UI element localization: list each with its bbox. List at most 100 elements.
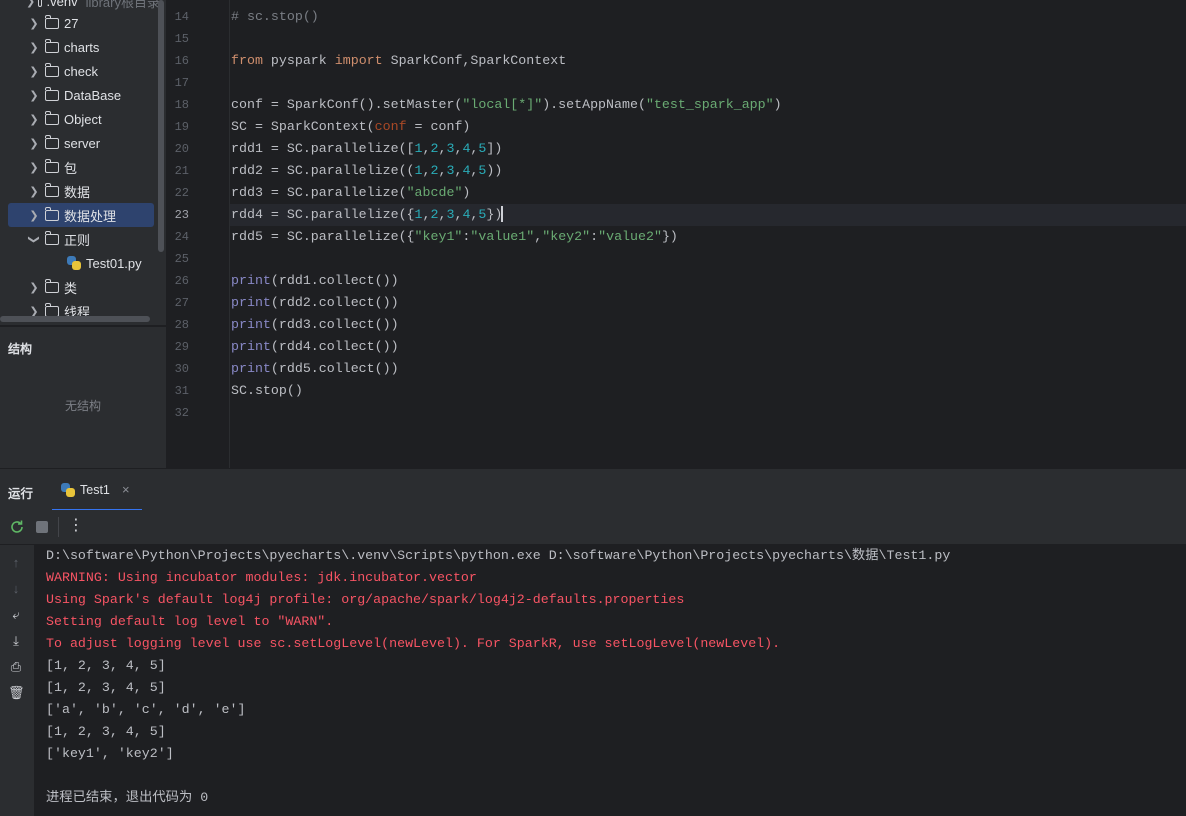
console-line: [1, 2, 3, 4, 5] <box>46 724 166 739</box>
stop-icon[interactable] <box>36 521 48 533</box>
chevron-down-icon[interactable]: ❯ <box>28 231 41 247</box>
structure-panel: 结构 无结构 <box>0 326 166 469</box>
line-number-gutter: 14 15 16 17 18 19 20 21 22 23 24 25 26 27 28 29 30 31 32 <box>167 0 230 468</box>
chevron-right-icon[interactable]: ❯ <box>26 0 35 8</box>
tree-item-shuju[interactable]: ❯ 数据 <box>0 179 160 203</box>
console-error-line: WARNING: Using incubator modules: jdk.in… <box>46 570 477 585</box>
console-error-line: Setting default log level to "WARN". <box>46 614 334 629</box>
line-number: 28 <box>174 318 189 332</box>
toolbar-separator <box>58 517 59 537</box>
chevron-right-icon[interactable]: ❯ <box>26 281 42 294</box>
line-number: 14 <box>174 10 189 24</box>
code-line[interactable]: print(rdd1.collect()) <box>231 270 399 292</box>
run-tab-test1[interactable]: Test1 × <box>52 469 142 511</box>
tree-item-label: 数据 <box>64 184 91 200</box>
folder-icon <box>44 110 59 125</box>
arrow-up-icon[interactable]: ↑ <box>8 555 24 571</box>
chevron-right-icon[interactable]: ❯ <box>26 65 42 78</box>
line-number: 17 <box>174 76 189 90</box>
line-number: 27 <box>174 296 189 310</box>
arrow-down-icon[interactable]: ↓ <box>8 581 24 597</box>
line-number: 31 <box>174 384 189 398</box>
code-editor[interactable]: 14 15 16 17 18 19 20 21 22 23 24 25 26 27 28 29 30 31 32 #… <box>167 0 1186 468</box>
project-tree-panel: ❯ .venv library根目录 ❯ 27 ❯ charts ❯ check ❯ Dat… <box>0 0 166 325</box>
tree-item-label: 包 <box>64 160 78 176</box>
tree-item-object[interactable]: ❯ Object <box>0 107 160 131</box>
chevron-right-icon[interactable]: ❯ <box>26 89 42 102</box>
line-number: 20 <box>174 142 189 156</box>
tree-vertical-scrollbar[interactable] <box>158 0 164 252</box>
folder-icon <box>44 38 59 53</box>
line-number: 15 <box>174 32 189 46</box>
tree-item-lei[interactable]: ❯ 类 <box>0 275 160 299</box>
structure-title: 结构 <box>8 342 33 356</box>
tree-item-zhengze[interactable]: ❯ 正则 <box>0 227 160 251</box>
code-line[interactable]: SC.stop() <box>231 380 303 402</box>
chevron-right-icon[interactable]: ❯ <box>26 17 42 30</box>
folder-icon <box>38 0 42 7</box>
tree-item-27[interactable]: ❯ 27 <box>0 11 160 35</box>
chevron-right-icon[interactable]: ❯ <box>26 41 42 54</box>
run-tab-label: Test1 <box>80 483 110 497</box>
code-line[interactable]: SC = SparkContext(conf = conf) <box>231 116 470 138</box>
python-file-icon <box>61 483 75 497</box>
tree-item-label: 类 <box>64 280 78 296</box>
tree-item-database[interactable]: ❯ DataBase <box>0 83 160 107</box>
print-icon[interactable]: ⎙ <box>8 659 24 675</box>
code-line[interactable]: rdd3 = SC.parallelize("abcde") <box>231 182 470 204</box>
code-line[interactable]: print(rdd4.collect()) <box>231 336 399 358</box>
console-line: ['key1', 'key2'] <box>46 746 174 761</box>
folder-icon <box>44 62 59 77</box>
soft-wrap-icon[interactable]: ⤶ <box>8 607 24 623</box>
code-line[interactable]: print(rdd2.collect()) <box>231 292 399 314</box>
chevron-right-icon[interactable]: ❯ <box>26 161 42 174</box>
run-panel-header: 运行 Test1 × <box>0 468 1186 511</box>
chevron-right-icon[interactable]: ❯ <box>26 185 42 198</box>
code-line[interactable]: print(rdd3.collect()) <box>231 314 399 336</box>
chevron-right-icon[interactable]: ❯ <box>26 209 42 222</box>
line-number: 24 <box>174 230 189 244</box>
console-line: D:\software\Python\Projects\pyecharts\.v… <box>46 548 951 563</box>
tree-item-label: .venv <box>46 0 78 9</box>
console-line: [1, 2, 3, 4, 5] <box>46 680 166 695</box>
code-line[interactable]: rdd2 = SC.parallelize((1,2,3,4,5)) <box>231 160 502 182</box>
tree-item-server[interactable]: ❯ server <box>0 131 160 155</box>
trash-icon[interactable]: 🗑 <box>8 685 25 701</box>
line-number: 16 <box>174 54 189 68</box>
tree-item-shuju-chuli[interactable]: ❯ 数据处理 <box>8 203 154 227</box>
more-vertical-icon[interactable]: ⋮ <box>68 516 84 536</box>
rerun-icon[interactable] <box>9 519 25 535</box>
code-line[interactable]: rdd4 = SC.parallelize({1,2,3,4,5}) <box>231 204 504 226</box>
tree-item-charts[interactable]: ❯ charts <box>0 35 160 59</box>
run-toolbar: ⋮ <box>0 510 1186 545</box>
code-line[interactable]: conf = SparkConf().setMaster("local[*]")… <box>231 94 782 116</box>
line-number: 29 <box>174 340 189 354</box>
line-number: 23 <box>174 208 189 222</box>
code-line[interactable]: print(rdd5.collect()) <box>231 358 399 380</box>
tree-item-check[interactable]: ❯ check <box>0 59 160 83</box>
line-number: 30 <box>174 362 189 376</box>
line-number: 26 <box>174 274 189 288</box>
tree-item-bao[interactable]: ❯ 包 <box>0 155 160 179</box>
close-icon[interactable]: × <box>122 482 130 497</box>
folder-icon <box>44 230 59 245</box>
line-number: 19 <box>174 120 189 134</box>
run-panel-label: 运行 <box>8 487 34 501</box>
chevron-right-icon[interactable]: ❯ <box>26 137 42 150</box>
tree-item-test01-py[interactable]: Test01.py <box>0 251 160 275</box>
tree-item-label: 正则 <box>64 232 91 248</box>
code-line[interactable]: rdd1 = SC.parallelize([1,2,3,4,5]) <box>231 138 502 160</box>
run-console-output[interactable]: D:\software\Python\Projects\pyecharts\.v… <box>34 545 1186 816</box>
scroll-to-end-icon[interactable]: ⤓ <box>8 633 24 649</box>
tree-item-label: check <box>64 63 98 79</box>
code-line[interactable]: rdd5 = SC.parallelize({"key1":"value1","… <box>231 226 678 248</box>
folder-icon <box>44 206 59 221</box>
console-line: [1, 2, 3, 4, 5] <box>46 658 166 673</box>
line-number: 21 <box>174 164 189 178</box>
chevron-right-icon[interactable]: ❯ <box>26 113 42 126</box>
tree-item-label: server <box>64 135 101 151</box>
folder-icon <box>44 182 59 197</box>
code-line[interactable]: # sc.stop() <box>231 6 319 28</box>
code-line[interactable]: from pyspark import SparkConf,SparkConte… <box>231 50 566 72</box>
tree-horizontal-scrollbar[interactable] <box>0 316 150 322</box>
